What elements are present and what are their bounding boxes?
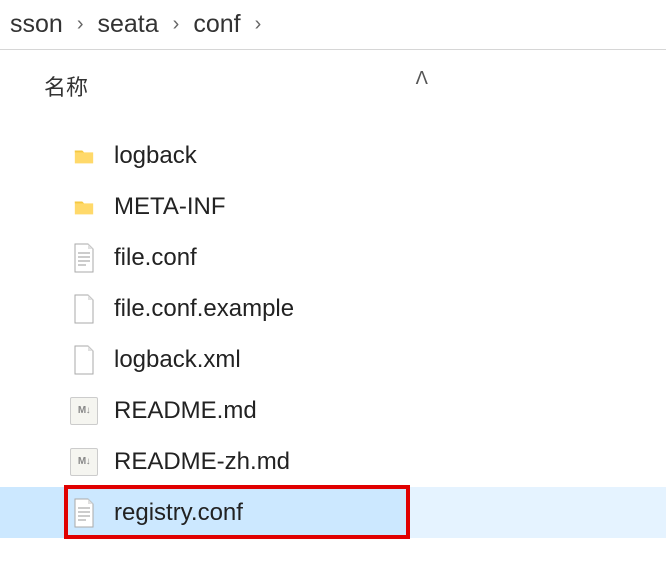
file-list: logback META-INF file.conf file.conf.exa…: [0, 122, 666, 538]
column-header-name[interactable]: 名称: [44, 70, 88, 102]
file-name: README.md: [114, 397, 257, 425]
file-name: file.conf.example: [114, 295, 294, 323]
breadcrumb-separator: ›: [67, 13, 94, 36]
file-name: META-INF: [114, 193, 226, 221]
breadcrumb-item-1[interactable]: seata: [93, 10, 162, 39]
file-name: logback: [114, 142, 197, 170]
file-row-file[interactable]: M↓ README-zh.md: [0, 436, 666, 487]
sort-indicator-icon[interactable]: ᐱ: [416, 68, 428, 89]
file-row-folder[interactable]: META-INF: [0, 181, 666, 232]
breadcrumb-item-2[interactable]: conf: [189, 10, 244, 39]
markdown-icon: M↓: [70, 396, 98, 426]
breadcrumb-item-0[interactable]: sson: [6, 10, 67, 39]
markdown-icon: M↓: [70, 447, 98, 477]
column-header-row[interactable]: 名称 ᐱ: [0, 50, 666, 122]
file-name: logback.xml: [114, 346, 241, 374]
textfile-icon: [70, 498, 98, 528]
file-name: README-zh.md: [114, 448, 290, 476]
folder-icon: [70, 192, 98, 222]
breadcrumb[interactable]: sson › seata › conf ›: [0, 0, 666, 50]
file-row-file[interactable]: M↓ README.md: [0, 385, 666, 436]
file-name: file.conf: [114, 244, 197, 272]
blankfile-icon: [70, 294, 98, 324]
folder-icon: [70, 141, 98, 171]
blankfile-icon: [70, 345, 98, 375]
file-row-file[interactable]: file.conf.example: [0, 283, 666, 334]
breadcrumb-separator: ›: [245, 13, 272, 36]
breadcrumb-separator: ›: [163, 13, 190, 36]
file-row-file[interactable]: logback.xml: [0, 334, 666, 385]
textfile-icon: [70, 243, 98, 273]
file-name: registry.conf: [114, 499, 243, 527]
file-row-folder[interactable]: logback: [0, 130, 666, 181]
file-row-file-selected[interactable]: registry.conf: [0, 487, 666, 538]
file-row-file[interactable]: file.conf: [0, 232, 666, 283]
